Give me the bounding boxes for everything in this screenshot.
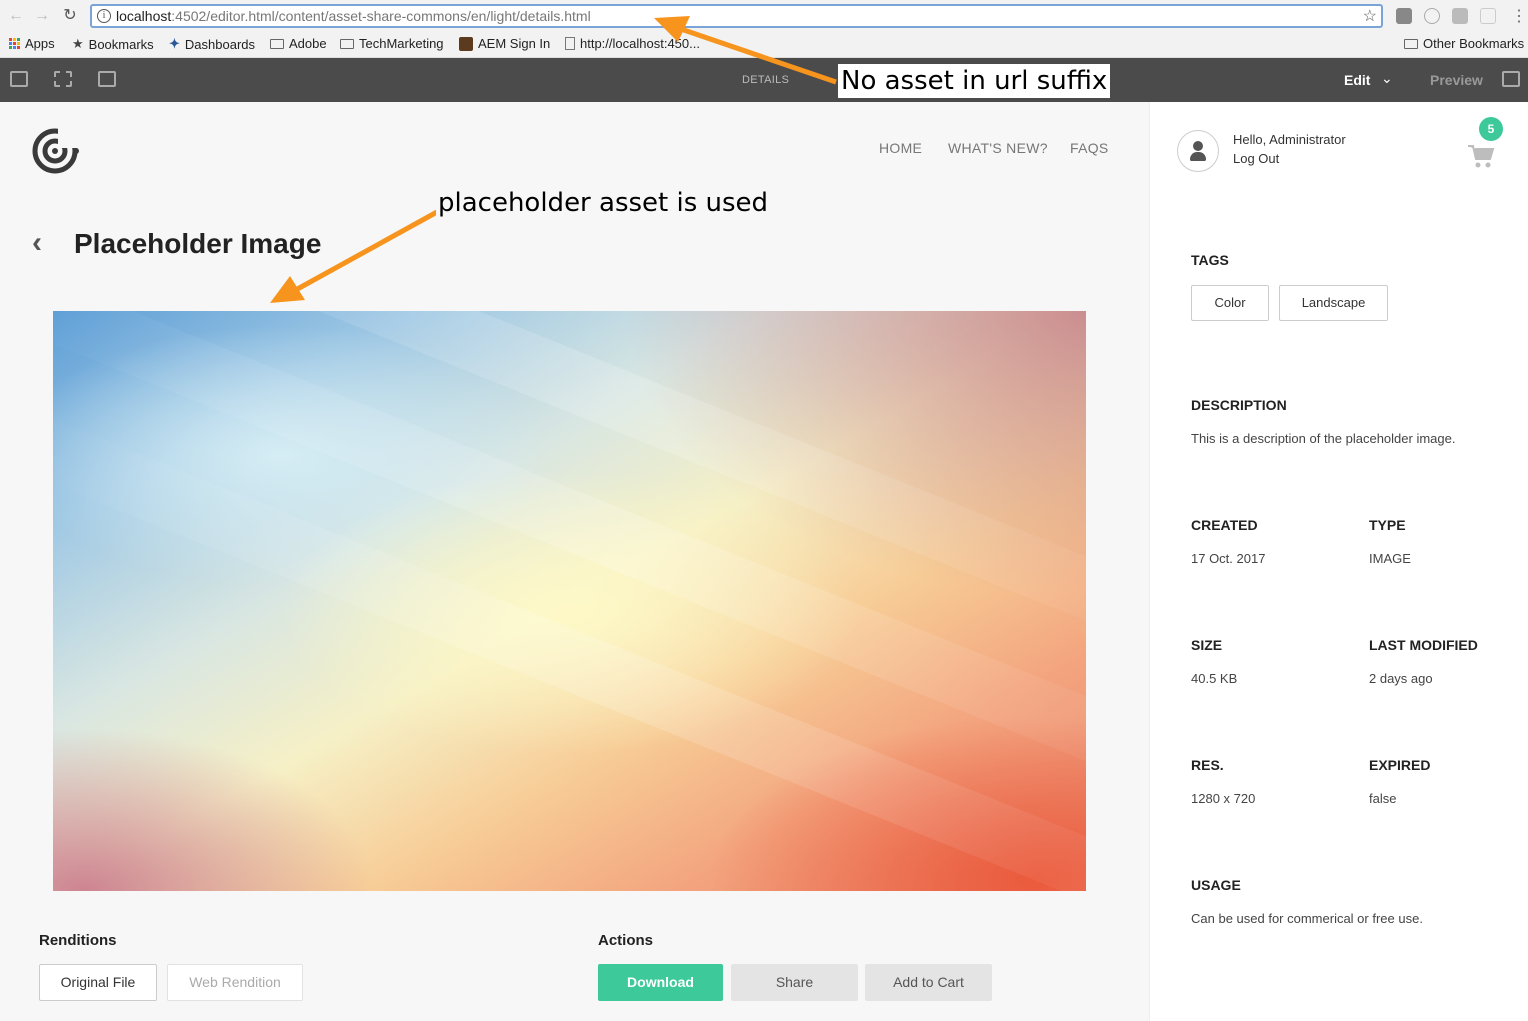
page-icon bbox=[565, 37, 575, 50]
edit-mode-button[interactable]: Edit bbox=[1344, 72, 1370, 88]
cart-icon[interactable] bbox=[1467, 143, 1495, 169]
bookmark-localhost[interactable]: http://localhost:450... bbox=[565, 36, 700, 51]
usage-value: Can be used for commerical or free use. bbox=[1191, 911, 1423, 926]
usage-label: USAGE bbox=[1191, 877, 1241, 893]
type-value: IMAGE bbox=[1369, 551, 1411, 566]
size-label: SIZE bbox=[1191, 637, 1223, 653]
browser-toolbar: ← → ↻ i localhost:4502/editor.html/conte… bbox=[0, 0, 1528, 32]
url-text: localhost:4502/editor.html/content/asset… bbox=[116, 8, 591, 24]
logout-link[interactable]: Log Out bbox=[1233, 151, 1279, 166]
add-to-cart-button[interactable]: Add to Cart bbox=[865, 964, 992, 1001]
back-arrow-icon[interactable]: ← bbox=[6, 6, 26, 26]
bookmark-aem-sign-in[interactable]: AEM Sign In bbox=[459, 36, 550, 51]
bookmark-apps[interactable]: Apps bbox=[9, 36, 55, 51]
reload-icon[interactable]: ↻ bbox=[60, 6, 80, 26]
bookmark-label: AEM Sign In bbox=[478, 36, 551, 51]
description-label: DESCRIPTION bbox=[1191, 397, 1287, 413]
asset-preview-image bbox=[53, 311, 1086, 891]
last-modified-label: LAST MODIFIED bbox=[1369, 637, 1478, 653]
page-mode-label: DETAILS bbox=[742, 74, 790, 86]
type-label: TYPE bbox=[1369, 517, 1406, 533]
bookmark-label: Dashboards bbox=[184, 36, 256, 52]
created-label: CREATED bbox=[1191, 517, 1258, 533]
size-value: 40.5 KB bbox=[1191, 671, 1238, 686]
resolution-value: 1280 x 720 bbox=[1191, 791, 1256, 806]
created-value: 17 Oct. 2017 bbox=[1191, 551, 1266, 566]
folder-icon bbox=[270, 38, 284, 49]
bookmark-other[interactable]: Other Bookmarks bbox=[1404, 36, 1524, 51]
bookmark-techmarketing[interactable]: TechMarketing bbox=[340, 36, 444, 51]
cart-count-badge[interactable]: 5 bbox=[1479, 117, 1503, 141]
aem-icon bbox=[459, 36, 473, 51]
editor-toolbar: DETAILS Edit ⌄ Preview bbox=[0, 58, 1528, 102]
bookmark-dashboards[interactable]: ✦ Dashboards bbox=[169, 36, 255, 52]
apps-grid-icon bbox=[9, 38, 20, 49]
bookmark-label: TechMarketing bbox=[359, 36, 444, 51]
folder-icon bbox=[1404, 38, 1418, 49]
user-head-shape bbox=[1193, 141, 1203, 151]
bookmarks-bar: Apps ★ Bookmarks ✦ Dashboards Adobe Tech… bbox=[0, 32, 1528, 58]
url-path: :4502/editor.html/content/asset-share-co… bbox=[171, 8, 591, 24]
bookmark-adobe[interactable]: Adobe bbox=[270, 36, 327, 51]
tag-landscape[interactable]: Landscape bbox=[1279, 285, 1388, 321]
expired-label: EXPIRED bbox=[1369, 757, 1431, 773]
dashboard-icon: ✦ bbox=[169, 36, 180, 51]
nav-faqs[interactable]: FAQS bbox=[1070, 140, 1109, 156]
star-icon[interactable]: ☆ bbox=[1363, 6, 1377, 26]
chevron-down-icon[interactable]: ⌄ bbox=[1381, 70, 1393, 87]
image-annotation: placeholder asset is used bbox=[436, 187, 771, 219]
tag-color[interactable]: Color bbox=[1191, 285, 1269, 321]
folder-icon bbox=[340, 38, 354, 49]
extension-icon[interactable] bbox=[1424, 8, 1440, 24]
bookmark-label: Apps bbox=[25, 36, 55, 51]
bookmark-bookmarks[interactable]: ★ Bookmarks bbox=[72, 36, 154, 52]
bookmark-label: Adobe bbox=[289, 36, 327, 51]
url-host: localhost bbox=[116, 8, 172, 24]
actions-heading: Actions bbox=[598, 932, 654, 949]
url-annotation: No asset in url suffix bbox=[838, 64, 1111, 98]
extension-icon[interactable] bbox=[1452, 8, 1468, 24]
bookmark-label: http://localhost:450... bbox=[580, 36, 700, 51]
web-rendition-button[interactable]: Web Rendition bbox=[167, 964, 303, 1001]
page-properties-icon[interactable] bbox=[54, 71, 72, 87]
preview-button[interactable]: Preview bbox=[1430, 72, 1483, 88]
avatar[interactable] bbox=[1177, 130, 1219, 172]
info-icon[interactable]: i bbox=[97, 9, 111, 23]
description-text: This is a description of the placeholder… bbox=[1191, 431, 1456, 446]
user-body-shape bbox=[1190, 152, 1206, 161]
page-title: Placeholder Image bbox=[74, 228, 322, 259]
back-chevron-icon[interactable]: ‹ bbox=[32, 226, 42, 260]
nav-home[interactable]: HOME bbox=[879, 140, 922, 156]
side-panel-icon[interactable] bbox=[10, 71, 28, 87]
address-bar[interactable]: i localhost:4502/editor.html/content/ass… bbox=[90, 4, 1383, 28]
emulator-icon[interactable] bbox=[98, 71, 116, 87]
download-button[interactable]: Download bbox=[598, 964, 723, 1001]
expired-value: false bbox=[1369, 791, 1397, 806]
resolution-label: RES. bbox=[1191, 757, 1224, 773]
bookmark-label: Bookmarks bbox=[88, 36, 154, 52]
forward-arrow-icon[interactable]: → bbox=[32, 6, 52, 26]
renditions-heading: Renditions bbox=[39, 932, 117, 949]
user-greeting: Hello, Administrator bbox=[1233, 132, 1346, 147]
site-logo[interactable] bbox=[32, 128, 80, 174]
share-button[interactable]: Share bbox=[731, 964, 858, 1001]
browser-menu-icon[interactable]: ⋮ bbox=[1511, 6, 1527, 26]
bookmark-label: Other Bookmarks bbox=[1423, 36, 1525, 51]
annotate-icon[interactable] bbox=[1502, 71, 1520, 87]
extension-icon[interactable] bbox=[1396, 8, 1412, 24]
star-icon: ★ bbox=[72, 36, 84, 51]
tags-label: TAGS bbox=[1191, 252, 1229, 268]
extension-icon[interactable] bbox=[1480, 8, 1496, 24]
original-file-button[interactable]: Original File bbox=[39, 964, 157, 1001]
nav-whats-new[interactable]: WHAT'S NEW? bbox=[948, 140, 1048, 156]
last-modified-value: 2 days ago bbox=[1369, 671, 1433, 686]
